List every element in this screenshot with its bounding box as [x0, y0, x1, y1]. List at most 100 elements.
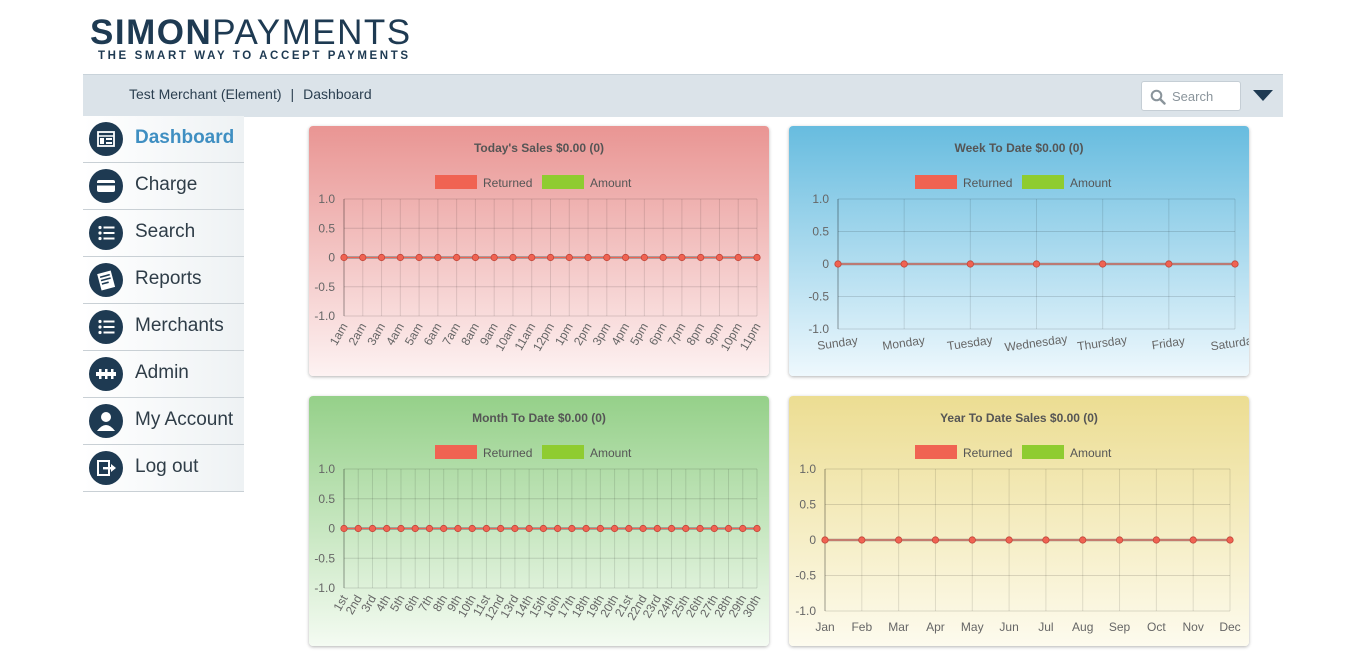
sidebar-item-reports[interactable]: Reports: [83, 257, 244, 304]
sidebar-item-my-account[interactable]: My Account: [83, 398, 244, 445]
breadcrumb-separator: |: [290, 86, 295, 102]
y-tick-label: -0.5: [314, 280, 335, 294]
sidebar-item-merchants[interactable]: Merchants: [83, 304, 244, 351]
legend-label-amount: Amount: [1070, 446, 1112, 460]
data-point-returned: [895, 536, 903, 544]
chart-month-to-date: Month To Date $0.00 (0) Returned Amount 1.0…: [314, 411, 763, 623]
y-tick-label: 1.0: [799, 462, 816, 476]
x-tick-label: 5pm: [627, 320, 651, 347]
data-point-returned: [753, 253, 761, 262]
sidebar-item-charge[interactable]: Charge: [83, 163, 244, 210]
data-point-returned: [582, 524, 590, 533]
chart-today-sales: Today's Sales $0.00 (0) Returned Amount 1.0…: [314, 141, 763, 354]
list-icon: [89, 216, 123, 250]
x-tick-label: Saturday: [1210, 333, 1249, 354]
legend-swatch-amount: [542, 445, 584, 459]
y-tick-label: -0.5: [808, 290, 829, 304]
data-point-returned: [359, 253, 367, 262]
data-point-returned: [354, 524, 362, 533]
sidebar-item-log-out[interactable]: Log out: [83, 445, 244, 492]
y-tick-label: 1.0: [318, 192, 335, 206]
chart-legend: Returned Amount: [915, 175, 1112, 190]
data-point-returned: [454, 524, 462, 533]
sidebar-item-admin[interactable]: Admin: [83, 351, 244, 398]
x-tick-label: Dec: [1219, 620, 1240, 634]
data-point-returned: [610, 524, 619, 533]
data-point-returned: [554, 524, 562, 533]
x-tick-label: 6am: [421, 320, 445, 347]
legend-label-amount: Amount: [590, 176, 632, 190]
y-tick-label: 1.0: [812, 192, 829, 206]
data-point-returned: [1152, 536, 1160, 544]
legend-label-amount: Amount: [1070, 176, 1112, 190]
data-point-returned: [640, 253, 648, 262]
y-tick-label: 0.5: [318, 221, 335, 235]
sidebar-item-dashboard[interactable]: Dashboard: [83, 116, 244, 163]
x-tick-label: Monday: [881, 333, 925, 353]
data-point-returned: [471, 253, 480, 262]
data-point-returned: [858, 536, 866, 544]
legend-label-returned: Returned: [483, 176, 532, 190]
x-tick-label: 1pm: [552, 320, 576, 347]
logout-icon: [89, 451, 123, 485]
data-point-returned: [1226, 536, 1234, 544]
data-point-returned: [397, 524, 405, 533]
data-point-returned: [546, 253, 555, 262]
search-box[interactable]: [1141, 81, 1241, 111]
data-point-returned: [1032, 260, 1041, 268]
x-tick-label: 8am: [458, 320, 482, 347]
legend-swatch-returned: [915, 175, 957, 189]
chevron-down-icon[interactable]: [1253, 90, 1273, 101]
y-tick-label: -1.0: [314, 581, 335, 595]
sidebar-item-label: Reports: [135, 268, 202, 289]
x-tick-label: 4am: [383, 320, 407, 347]
sidebar-item-label: Charge: [135, 174, 198, 195]
top-bar: Test Merchant (Element) | Dashboard: [83, 74, 1283, 117]
sidebar-item-label: Dashboard: [135, 127, 235, 148]
x-tick-label: Jun: [999, 620, 1018, 634]
data-point-returned: [1099, 260, 1107, 268]
data-point-returned: [528, 253, 536, 262]
data-point-returned: [682, 524, 690, 533]
x-tick-label: 4pm: [608, 320, 632, 347]
data-point-returned: [697, 253, 705, 262]
x-tick-label: Wednesday: [1004, 332, 1068, 355]
logo[interactable]: SIMONPAYMENTS THE SMART WAY TO ACCEPT PA…: [90, 14, 412, 63]
x-tick-label: Oct: [1147, 620, 1166, 634]
legend-swatch-amount: [542, 175, 584, 189]
chart-legend: Returned Amount: [915, 445, 1112, 460]
x-tick-label: 3am: [364, 320, 388, 347]
data-point-returned: [368, 524, 377, 533]
x-tick-label: Friday: [1151, 334, 1186, 353]
x-tick-label: 6pm: [646, 320, 670, 347]
sidebar-item-label: My Account: [135, 409, 234, 430]
search-input[interactable]: [1172, 87, 1236, 105]
y-tick-label: -0.5: [314, 551, 335, 565]
data-point-returned: [1042, 536, 1050, 544]
x-tick-label: Nov: [1183, 620, 1204, 634]
data-point-returned: [753, 524, 761, 533]
breadcrumb-merchant[interactable]: Test Merchant (Element): [129, 86, 282, 102]
x-tick-label: 8pm: [683, 320, 707, 347]
data-point-returned: [584, 253, 592, 262]
dashboard-icon: [89, 122, 123, 156]
data-point-returned: [639, 524, 647, 533]
data-point-returned: [377, 253, 386, 262]
sidebar-item-label: Merchants: [135, 315, 224, 336]
chart-title: Month To Date $0.00 (0): [472, 411, 606, 425]
legend-swatch-returned: [435, 445, 477, 459]
data-point-returned: [453, 253, 461, 262]
sidebar-item-search[interactable]: Search: [83, 210, 244, 257]
chart-card-today: Today's Sales $0.00 (0) Returned Amount 1.0…: [309, 126, 769, 376]
data-point-returned: [821, 536, 829, 544]
data-point-returned: [468, 524, 476, 533]
data-point-returned: [511, 524, 519, 533]
data-point-returned: [415, 253, 423, 262]
data-point-returned: [1005, 536, 1013, 544]
legend-label-amount: Amount: [590, 446, 632, 460]
data-point-returned: [411, 524, 419, 533]
data-point-returned: [603, 253, 611, 262]
y-tick-label: 0: [809, 533, 816, 547]
x-tick-label: 5am: [402, 320, 426, 347]
legend-label-returned: Returned: [963, 176, 1012, 190]
